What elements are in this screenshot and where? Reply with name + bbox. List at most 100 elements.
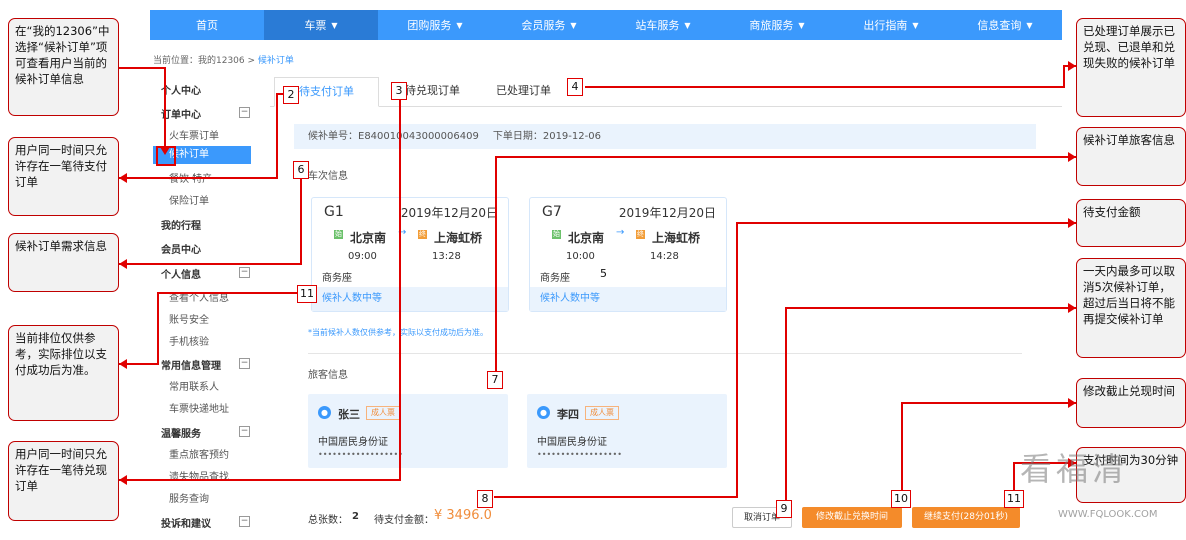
nav-group-service[interactable]: 团购服务 ▼ bbox=[378, 10, 492, 40]
sidebar-insurance-orders[interactable]: 保险订单 bbox=[169, 192, 209, 207]
sidebar-personal-info[interactable]: 个人信息 bbox=[161, 266, 201, 281]
waitlist-status: 候补人数中等 bbox=[312, 287, 508, 311]
passenger-card: ● 张三 成人票 中国居民身份证 •••••••••••••••••• bbox=[308, 394, 508, 468]
callout-cancel-limit: 一天内最多可以取消5次候补订单，超过后当日将不能再提交候补订单 bbox=[1076, 258, 1186, 358]
id-type: 中国居民身份证 bbox=[318, 437, 388, 448]
sidebar-member-center[interactable]: 会员中心 bbox=[161, 241, 201, 256]
order-summary-bar: 总张数： 2 待支付金额： ¥ 3496.0 取消订单 修改截止兑换时间 继续支… bbox=[294, 500, 1036, 540]
sidebar-lost-items[interactable]: 遗失物品查找 bbox=[169, 468, 229, 483]
number-tag-9: 9 bbox=[776, 500, 792, 518]
number-tag-11: 11 bbox=[297, 285, 317, 303]
number-tag-3: 3 bbox=[391, 82, 407, 100]
collapse-icon[interactable]: − bbox=[239, 358, 250, 369]
sidebar-meal-specialty[interactable]: 餐饮·特产 bbox=[169, 170, 212, 185]
id-type: 中国居民身份证 bbox=[537, 437, 607, 448]
sidebar-key-passenger[interactable]: 重点旅客预约 bbox=[169, 446, 229, 461]
collapse-icon[interactable]: − bbox=[239, 267, 250, 278]
depart-time: 09:00 bbox=[348, 251, 377, 262]
sidebar-account-security[interactable]: 账号安全 bbox=[169, 311, 209, 326]
chevron-down-icon: ▼ bbox=[684, 20, 691, 30]
number-tag-2: 2 bbox=[283, 86, 299, 104]
nav-station-service[interactable]: 站车服务 ▼ bbox=[606, 10, 720, 40]
passenger-name: 张三 bbox=[338, 408, 360, 421]
arrow-head bbox=[1068, 398, 1076, 408]
sidebar-warm-service[interactable]: 温馨服务 bbox=[161, 425, 201, 440]
continue-payment-button[interactable]: 继续支付(28分01秒) bbox=[912, 507, 1020, 528]
watermark-logo: 看福清 bbox=[1020, 450, 1129, 488]
callout-demand-info: 候补订单需求信息 bbox=[8, 233, 119, 292]
sidebar-my-trips[interactable]: 我的行程 bbox=[161, 217, 201, 232]
total-count: 2 bbox=[352, 511, 359, 522]
nav-home[interactable]: 首页 bbox=[150, 10, 264, 40]
number-tag-8: 8 bbox=[477, 490, 493, 508]
callout-pay-amount: 待支付金额 bbox=[1076, 199, 1186, 247]
arrow-head bbox=[119, 359, 127, 369]
nav-label: 商旅服务 bbox=[749, 19, 794, 32]
sidebar-express-address[interactable]: 车票快递地址 bbox=[169, 400, 229, 415]
arrow-head bbox=[119, 173, 127, 183]
passenger-section-title: 旅客信息 bbox=[308, 370, 348, 381]
origin-station-icon: 始 bbox=[334, 230, 343, 239]
callout-queue-position: 当前排位仅供参考，实际排位以支付成功后为准。 bbox=[8, 325, 119, 421]
callout-modify-deadline: 修改截止兑现时间 bbox=[1076, 378, 1186, 428]
passenger-name: 李四 bbox=[557, 408, 579, 421]
train-number: G7 bbox=[542, 204, 562, 220]
collapse-icon[interactable]: − bbox=[239, 516, 250, 527]
tab-processed[interactable]: 已处理订单 bbox=[471, 77, 576, 107]
from-station: 北京南 bbox=[568, 231, 605, 245]
sidebar-waitlist-orders[interactable]: 候补订单 bbox=[153, 146, 251, 164]
total-count-label: 总张数： bbox=[308, 515, 348, 526]
sidebar-personal-center[interactable]: 个人中心 bbox=[161, 82, 201, 97]
arrow-head bbox=[1068, 218, 1076, 228]
sidebar-common-info[interactable]: 常用信息管理 bbox=[161, 357, 221, 372]
callout-one-pending-fulfillment: 用户同一时间只允许存在一笔待兑现订单 bbox=[8, 441, 119, 521]
sidebar-phone-verify[interactable]: 手机核验 bbox=[169, 333, 209, 348]
breadcrumb-current[interactable]: 候补订单 bbox=[258, 56, 294, 66]
sidebar-frequent-contacts[interactable]: 常用联系人 bbox=[169, 378, 219, 393]
chevron-down-icon: ▼ bbox=[570, 20, 577, 30]
top-navigation: 首页 车票 ▼ 团购服务 ▼ 会员服务 ▼ 站车服务 ▼ 商旅服务 ▼ 出行指南 ▼ 信息查… bbox=[150, 10, 1062, 40]
nav-label: 站车服务 bbox=[635, 19, 680, 32]
modify-deadline-button[interactable]: 修改截止兑换时间 bbox=[802, 507, 902, 528]
nav-member-service[interactable]: 会员服务 ▼ bbox=[492, 10, 606, 40]
nav-tickets[interactable]: 车票 ▼ bbox=[264, 10, 378, 40]
nav-travel-guide[interactable]: 出行指南 ▼ bbox=[834, 10, 948, 40]
train-section-title: 车次信息 bbox=[308, 171, 348, 182]
chevron-down-icon: ▼ bbox=[456, 20, 463, 30]
collapse-icon[interactable]: − bbox=[239, 426, 250, 437]
nav-label: 车票 bbox=[304, 19, 327, 32]
train-card: G7 2019年12月20日 始 北京南 → 终 上海虹桥 10:00 14:2… bbox=[529, 197, 727, 312]
watermark-url: WWW.FQLOOK.COM bbox=[1058, 509, 1158, 520]
ticket-type-badge: 成人票 bbox=[366, 406, 400, 420]
callout-one-pending-payment: 用户同一时间只允许存在一笔待支付订单 bbox=[8, 137, 119, 216]
seat-class: 商务座 bbox=[322, 273, 352, 284]
arrive-time: 14:28 bbox=[650, 251, 679, 262]
sidebar-view-personal-info[interactable]: 查看个人信息 bbox=[169, 289, 229, 304]
breadcrumb-prefix: 当前位置：我的12306 > bbox=[153, 56, 258, 66]
depart-time: 10:00 bbox=[566, 251, 595, 262]
nav-label: 信息查询 bbox=[977, 19, 1022, 32]
train-number: G1 bbox=[324, 204, 344, 220]
sidebar-service-query[interactable]: 服务查询 bbox=[169, 490, 209, 505]
number-tag-5: 5 bbox=[600, 267, 607, 280]
collapse-icon[interactable]: − bbox=[239, 107, 250, 118]
nav-label: 出行指南 bbox=[863, 19, 908, 32]
number-tag-11b: 11 bbox=[1004, 490, 1024, 508]
arrow-head bbox=[1068, 152, 1076, 162]
order-date-label: 下单日期： bbox=[492, 131, 543, 142]
number-tag-6: 6 bbox=[293, 161, 309, 179]
arrow-head bbox=[1068, 61, 1076, 71]
user-icon: ● bbox=[318, 406, 331, 419]
train-card: G1 2019年12月20日 始 北京南 → 终 上海虹桥 09:00 13:2… bbox=[311, 197, 509, 312]
sidebar-complaints[interactable]: 投诉和建议 bbox=[161, 515, 211, 530]
number-tag-10: 10 bbox=[891, 490, 911, 508]
arrow-head bbox=[119, 259, 127, 269]
chevron-down-icon: ▼ bbox=[1026, 20, 1033, 30]
sidebar-train-ticket-orders[interactable]: 火车票订单 bbox=[169, 127, 219, 142]
nav-info-query[interactable]: 信息查询 ▼ bbox=[948, 10, 1062, 40]
pay-amount: ¥ 3496.0 bbox=[434, 508, 492, 523]
sidebar-order-center[interactable]: 订单中心 bbox=[161, 106, 201, 121]
chevron-down-icon: ▼ bbox=[912, 20, 919, 30]
nav-business-travel[interactable]: 商旅服务 ▼ bbox=[720, 10, 834, 40]
callout-passenger-info: 候补订单旅客信息 bbox=[1076, 127, 1186, 186]
